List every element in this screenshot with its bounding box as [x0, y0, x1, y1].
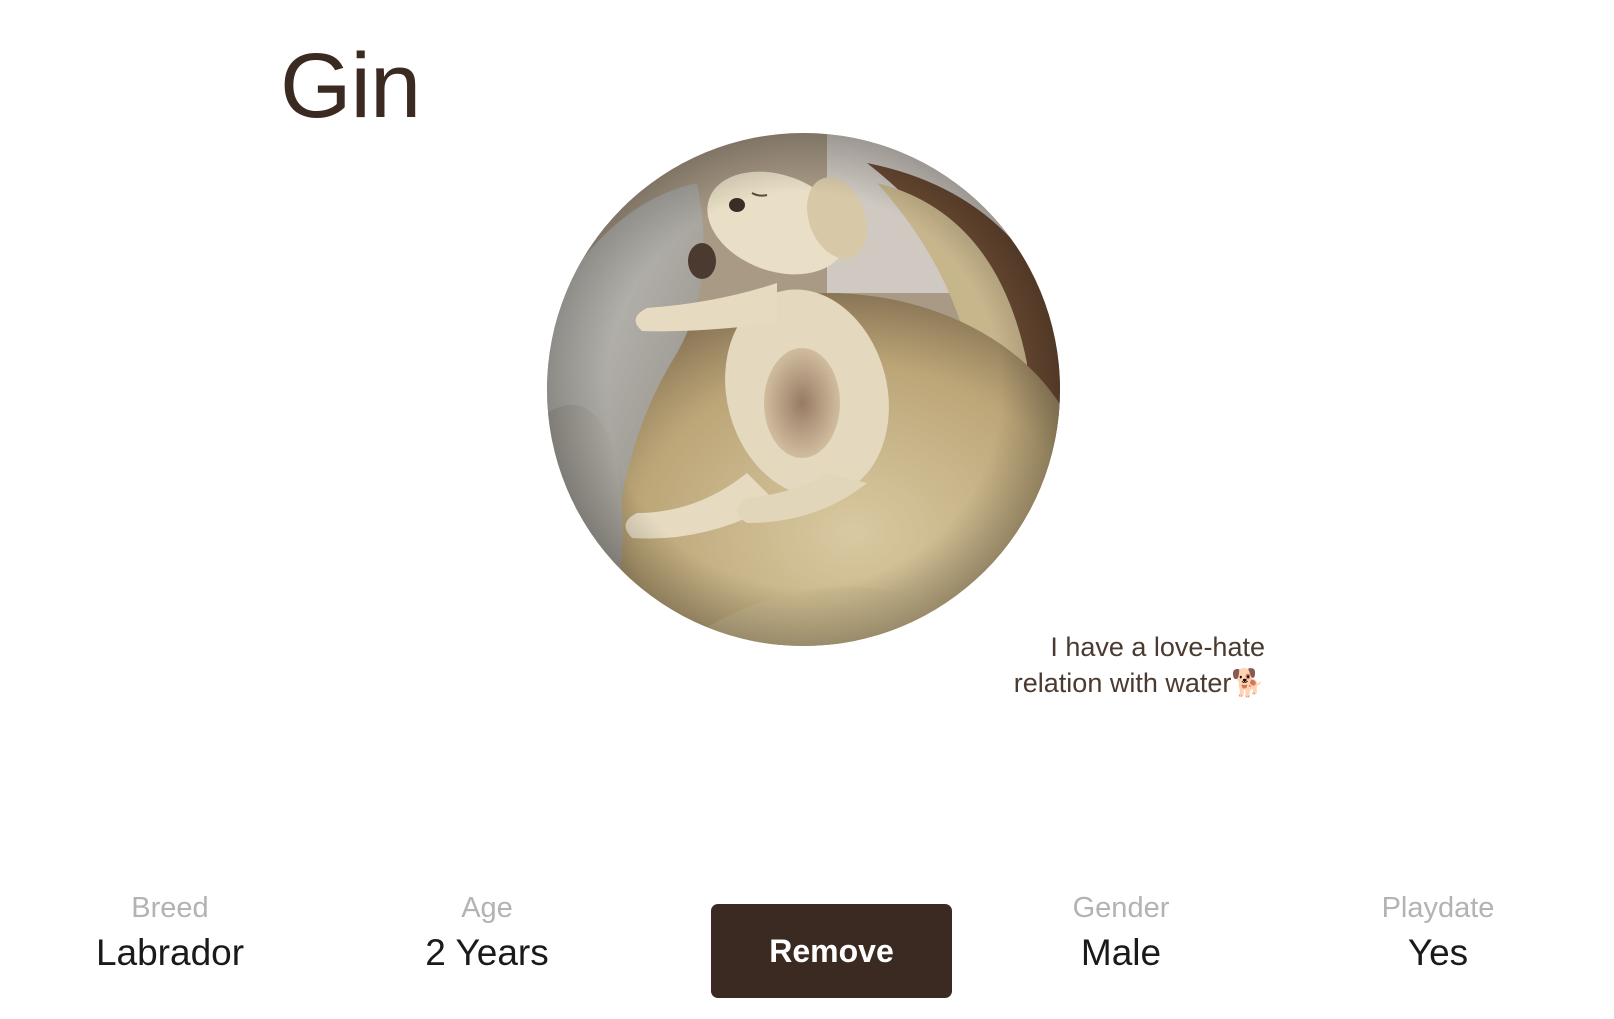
- stat-value: 2 Years: [425, 932, 549, 973]
- stat-playdate: Playdate Yes: [1328, 890, 1548, 976]
- pet-bio-text: I have a love-hate relation with water🐕: [1013, 632, 1265, 698]
- stat-value: Male: [1080, 932, 1162, 973]
- stat-value: Labrador: [95, 932, 245, 973]
- remove-button[interactable]: Remove: [711, 904, 952, 998]
- stat-label: Playdate: [1381, 892, 1495, 924]
- stat-value: Yes: [1407, 932, 1469, 973]
- pet-photo: [547, 133, 1060, 646]
- puppy-in-bed-illustration: [547, 133, 1060, 646]
- stat-label: Gender: [1072, 892, 1170, 924]
- stat-label: Breed: [131, 892, 209, 924]
- stat-age: Age 2 Years: [377, 890, 597, 976]
- stat-gender: Gender Male: [1011, 890, 1231, 976]
- stat-breed: Breed Labrador: [60, 890, 280, 976]
- pet-name-title: Gin: [280, 35, 421, 137]
- pet-profile-page: Gin I have a love-hate relation with wat…: [0, 0, 1614, 1019]
- stat-label: Age: [461, 892, 513, 924]
